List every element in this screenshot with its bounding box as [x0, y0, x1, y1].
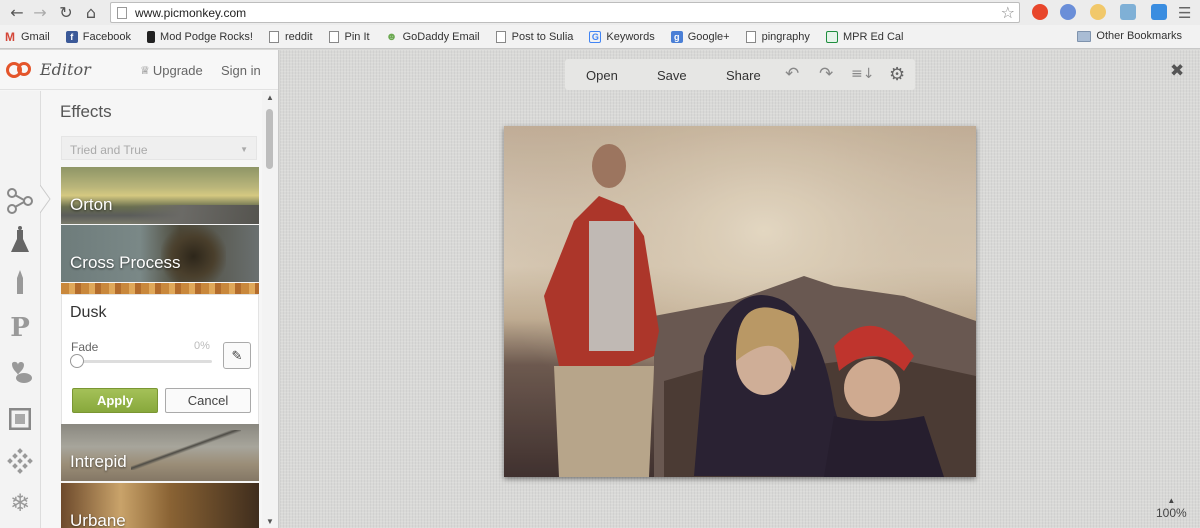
- extension-blue-icon[interactable]: [1151, 4, 1167, 20]
- sheets-icon: [825, 30, 838, 43]
- bookmark-sulia[interactable]: Post to Sulia: [495, 30, 573, 43]
- gmail-icon: M: [5, 29, 15, 44]
- page-icon: [328, 30, 339, 43]
- effect-dusk-thumbnail[interactable]: [61, 283, 259, 294]
- bookmark-googleplus[interactable]: g Google+: [670, 30, 730, 43]
- crown-icon: ♕: [140, 65, 150, 77]
- gear-icon[interactable]: ⚙: [889, 64, 905, 85]
- share-button[interactable]: Share: [726, 68, 761, 83]
- editor-label: Editor: [40, 60, 91, 79]
- canvas-menu: Open Save Share ↶ ↷ ≡↓ ⚙: [565, 59, 915, 90]
- bookmark-keywords[interactable]: G Keywords: [589, 30, 655, 43]
- bookmark-mpr[interactable]: MPR Ed Cal: [825, 30, 903, 43]
- page-icon: [745, 30, 756, 43]
- effects-scrollbar[interactable]: ▲ ▼: [262, 91, 278, 528]
- fade-slider[interactable]: [76, 360, 212, 363]
- editor-panel: Editor ♕ Upgrade Sign in P ❄ Effects Trie…: [0, 50, 279, 528]
- basic-edits-icon[interactable]: [0, 183, 40, 219]
- redo-icon[interactable]: ↷: [819, 64, 833, 84]
- effect-urbane[interactable]: Urbane: [61, 483, 259, 528]
- paintbrush-button[interactable]: ✎: [223, 342, 251, 369]
- scroll-down-icon[interactable]: ▼: [266, 517, 274, 526]
- scrollbar-thumb[interactable]: [266, 109, 273, 169]
- open-button[interactable]: Open: [586, 68, 618, 83]
- bookmark-facebook[interactable]: f Facebook: [65, 30, 131, 43]
- page-icon: [117, 6, 127, 19]
- chevron-down-icon: ▼: [240, 145, 248, 154]
- snowflake-icon[interactable]: ❄: [0, 485, 40, 521]
- forward-icon[interactable]: →: [29, 1, 51, 23]
- page-icon: [495, 30, 506, 43]
- undo-icon[interactable]: ↶: [785, 64, 799, 84]
- effect-intrepid[interactable]: Intrepid: [61, 424, 259, 481]
- touch-up-icon[interactable]: [0, 264, 40, 300]
- paintbrush-icon: ✎: [231, 347, 243, 363]
- close-icon[interactable]: ✖: [1170, 61, 1184, 81]
- save-button[interactable]: Save: [657, 68, 687, 83]
- picmonkey-logo-icon[interactable]: [4, 59, 34, 81]
- url-text: www.picmonkey.com: [135, 5, 247, 20]
- effect-orton[interactable]: Orton: [61, 167, 259, 224]
- modpodge-icon: [147, 30, 156, 43]
- bookmark-reddit[interactable]: reddit: [268, 30, 313, 43]
- effects-list: Effects Tried and True ▼ Orton Cross Pro…: [42, 91, 262, 528]
- godaddy-icon: ☻: [385, 30, 398, 43]
- effect-label: Orton: [70, 195, 113, 214]
- fade-slider-handle[interactable]: [70, 354, 84, 368]
- editor-canvas: Open Save Share ↶ ↷ ≡↓ ⚙ ✖ ▲ 100%: [280, 50, 1200, 528]
- extension-red-icon[interactable]: [1032, 4, 1048, 20]
- tool-sidebar: P ❄: [0, 91, 41, 528]
- effect-label: Cross Process: [70, 253, 181, 272]
- page-icon: [268, 30, 279, 43]
- effects-title: Effects: [60, 102, 112, 121]
- upgrade-link[interactable]: ♕ Upgrade: [140, 63, 203, 78]
- reload-icon[interactable]: ↻: [55, 1, 77, 23]
- address-bar[interactable]: www.picmonkey.com ☆: [110, 2, 1020, 23]
- bookmark-pingraphy[interactable]: pingraphy: [745, 30, 810, 43]
- effect-label: Intrepid: [70, 452, 127, 471]
- menu-icon[interactable]: ☰: [1178, 4, 1191, 22]
- chevron-up-icon: ▲: [1167, 496, 1176, 505]
- textures-icon[interactable]: [0, 443, 40, 479]
- bookmark-gmail[interactable]: M Gmail: [4, 29, 50, 44]
- panel-header: Editor ♕ Upgrade Sign in: [0, 50, 278, 90]
- sign-in-link[interactable]: Sign in: [221, 63, 261, 78]
- star-icon[interactable]: ☆: [1001, 3, 1015, 22]
- googleplus-icon: g: [670, 30, 683, 43]
- bookmark-godaddy[interactable]: ☻ GoDaddy Email: [386, 31, 480, 43]
- bookmark-pin-it[interactable]: Pin It: [328, 30, 370, 43]
- effect-label: Urbane: [70, 511, 126, 528]
- effects-icon[interactable]: [0, 223, 40, 259]
- google-icon: G: [589, 30, 602, 43]
- text-icon[interactable]: P: [0, 310, 40, 346]
- bookmark-mod-podge[interactable]: Mod Podge Rocks!: [147, 30, 253, 43]
- zoom-control[interactable]: ▲ 100%: [1156, 496, 1187, 520]
- other-bookmarks[interactable]: Other Bookmarks: [1077, 30, 1182, 42]
- cancel-button[interactable]: Cancel: [165, 388, 251, 413]
- effect-cross-process[interactable]: Cross Process: [61, 225, 259, 282]
- fade-label: Fade: [71, 340, 99, 354]
- edited-photo: [504, 126, 976, 477]
- fade-value: 0%: [194, 340, 210, 352]
- extension-face-icon[interactable]: [1090, 4, 1106, 20]
- back-icon[interactable]: ←: [6, 1, 28, 23]
- apply-button[interactable]: Apply: [72, 388, 158, 413]
- extension-search-icon[interactable]: [1060, 4, 1076, 20]
- effect-title: Dusk: [70, 304, 107, 321]
- bookmarks-bar: M Gmail f Facebook Mod Podge Rocks! reddit…: [0, 25, 1200, 49]
- frames-icon[interactable]: [0, 401, 40, 437]
- effects-category-select[interactable]: Tried and True ▼: [61, 136, 257, 160]
- dusk-effect-settings: Dusk Fade 0% ✎ Apply Cancel: [61, 294, 259, 425]
- extension-globe-icon[interactable]: [1120, 4, 1136, 20]
- facebook-icon: f: [65, 30, 78, 43]
- scroll-up-icon[interactable]: ▲: [266, 93, 274, 102]
- zoom-level: 100%: [1156, 506, 1187, 520]
- overlays-icon[interactable]: [0, 355, 40, 391]
- layers-icon[interactable]: ≡↓: [851, 66, 874, 82]
- folder-icon: [1077, 30, 1092, 42]
- home-icon[interactable]: ⌂: [80, 1, 102, 23]
- browser-toolbar: ← → ↻ ⌂ www.picmonkey.com ☆ ☰: [0, 0, 1200, 25]
